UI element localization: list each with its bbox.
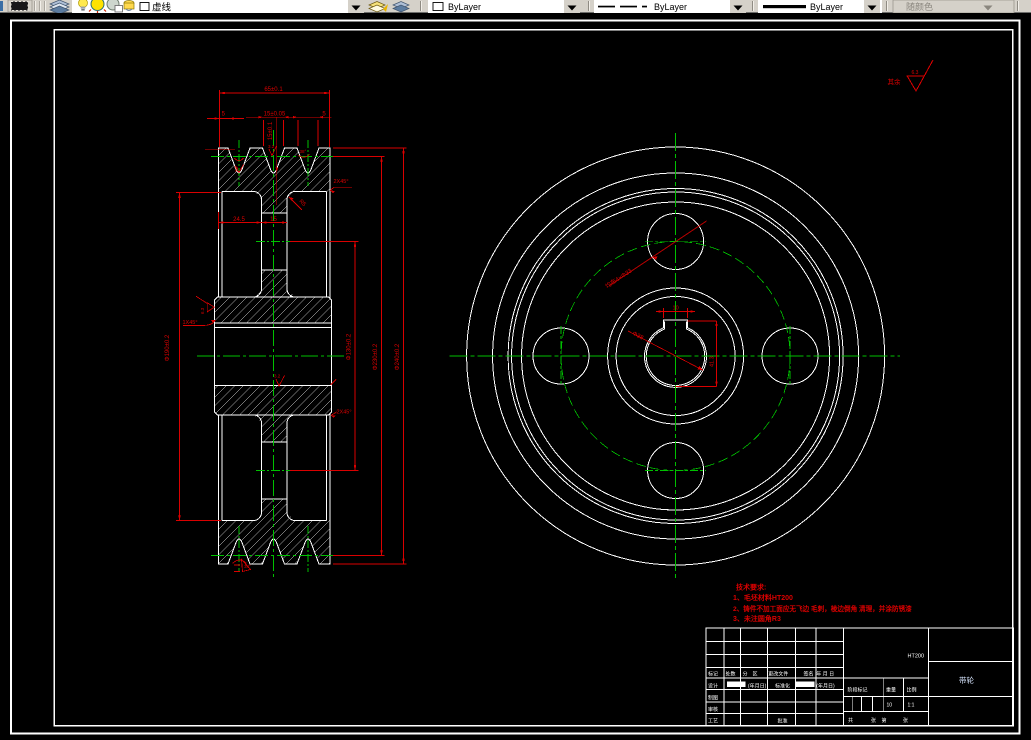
svg-text:张: 张 [871,717,876,724]
svg-text:2X45°: 2X45° [337,410,352,416]
svg-text:共: 共 [848,717,853,724]
svg-text:6.3: 6.3 [912,70,919,76]
svg-text:阶段标记: 阶段标记 [848,686,868,693]
svg-text:ByLayer: ByLayer [448,2,481,12]
svg-text:HT200: HT200 [908,654,925,660]
svg-text:比例: 比例 [907,686,917,693]
svg-text:65±0.1: 65±0.1 [264,87,283,93]
svg-text:虚线: 虚线 [152,2,172,14]
svg-text:签名: 签名 [804,671,814,678]
svg-text:15: 15 [270,217,277,223]
svg-text:(年月日): (年月日) [816,683,835,690]
svg-text:41.3: 41.3 [710,356,716,367]
svg-text:Φ230±0.2: Φ230±0.2 [373,343,379,370]
svg-text:标记: 标记 [708,671,718,678]
svg-text:3.2: 3.2 [268,144,275,149]
svg-text:标准化: 标准化 [775,683,790,690]
svg-text:随颜色: 随颜色 [906,1,933,12]
svg-text:审核: 审核 [708,706,718,713]
svg-text:技术要求:: 技术要求: [736,583,766,592]
svg-text:(年月日): (年月日) [748,683,767,690]
svg-text:38°: 38° [234,165,239,172]
svg-text:1:1: 1:1 [908,703,915,709]
svg-text:38°: 38° [300,149,307,154]
svg-text:Φ130±0.2: Φ130±0.2 [347,333,353,360]
svg-text:Φ240±0.2: Φ240±0.2 [395,343,401,370]
svg-text:6.3: 6.3 [200,307,205,314]
svg-text:其余: 其余 [888,77,902,86]
svg-text:分 区: 分 区 [743,671,758,678]
svg-text:Φ190±0.2: Φ190±0.2 [165,334,171,361]
svg-text:设计: 设计 [708,683,718,690]
svg-text:处数: 处数 [726,671,736,678]
svg-text:2、铸件不加工面应无飞边 毛刺，棱边倒角 清理，并涂防锈漆: 2、铸件不加工面应无飞边 毛刺，棱边倒角 清理，并涂防锈漆 [733,604,912,613]
svg-text:第: 第 [882,717,887,724]
svg-text:带轮: 带轮 [959,675,974,685]
svg-text:1X45°: 1X45° [183,320,198,326]
svg-text:1、毛坯材料HT200: 1、毛坯材料HT200 [733,593,793,602]
svg-text:ByLayer: ByLayer [810,2,843,12]
svg-text:重量: 重量 [886,686,896,693]
svg-text:ByLayer: ByLayer [654,2,687,12]
svg-text:3.2: 3.2 [274,374,281,379]
svg-text:15±0.1: 15±0.1 [268,121,274,140]
svg-text:批准: 批准 [778,717,788,724]
svg-text:更改文件: 更改文件 [768,671,788,678]
svg-text:3、未注圆角R3: 3、未注圆角R3 [733,614,781,623]
svg-text:24.5: 24.5 [233,217,245,223]
svg-text:38°: 38° [244,564,251,569]
svg-text:10: 10 [887,703,893,709]
svg-text:10: 10 [673,306,679,312]
svg-text:15±0.05: 15±0.05 [264,112,286,118]
svg-text:2X45°: 2X45° [334,179,349,185]
svg-text:工艺: 工艺 [708,718,718,724]
svg-text:张: 张 [903,717,908,724]
svg-text:制图: 制图 [708,694,718,701]
svg-text:年 月 日: 年 月 日 [816,671,834,678]
